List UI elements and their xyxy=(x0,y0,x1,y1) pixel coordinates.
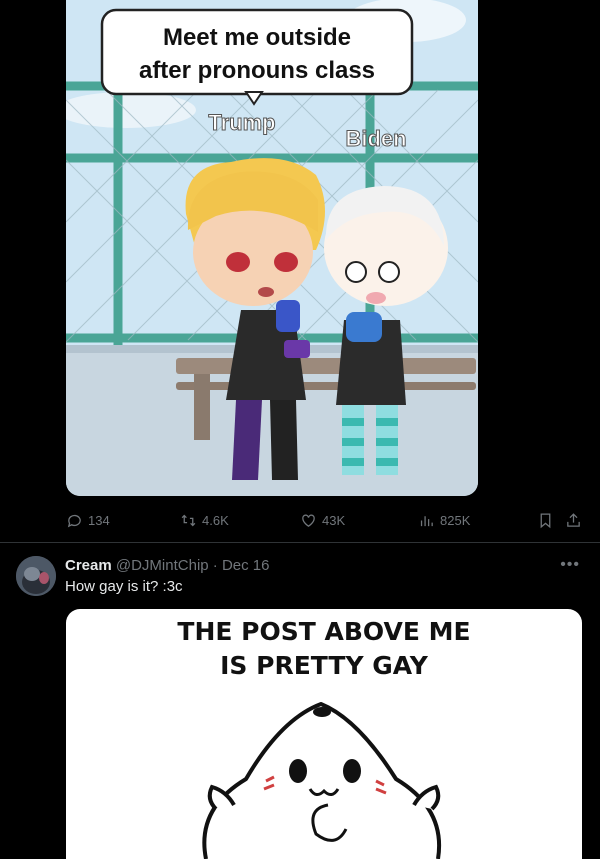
post-1-image[interactable]: Meet me outside after pronouns class Tru… xyxy=(66,0,478,496)
views-count: 825K xyxy=(440,512,471,528)
share-icon xyxy=(567,512,580,527)
like-button[interactable]: 43K xyxy=(300,505,345,535)
like-count: 43K xyxy=(322,512,346,528)
post-2-image[interactable]: THE POST ABOVE ME IS PRETTY GAY xyxy=(66,609,582,859)
bookmark-icon xyxy=(540,512,551,528)
post-1-actions: 134 4.6K 43K 825K xyxy=(0,505,600,535)
heart-icon xyxy=(302,514,315,527)
label-biden: Biden xyxy=(345,126,406,151)
post-1: Meet me outside after pronouns class Tru… xyxy=(0,0,600,542)
speech-line-2: after pronouns class xyxy=(139,57,375,84)
speech-line-1: Meet me outside xyxy=(163,24,351,51)
bookmark-button[interactable] xyxy=(537,505,554,535)
post-divider xyxy=(0,542,600,543)
repost-button[interactable]: 4.6K xyxy=(180,505,229,535)
post-2-text: How gay is it? :3c xyxy=(65,578,183,595)
author-name[interactable]: Cream xyxy=(65,557,112,574)
author-handle-date[interactable]: @DJMintChip · Dec 16 xyxy=(116,557,270,574)
reply-button[interactable]: 134 xyxy=(66,505,110,535)
reply-count: 134 xyxy=(88,512,110,528)
views-button[interactable]: 825K xyxy=(418,505,470,535)
cat-drawing xyxy=(202,702,441,859)
share-button[interactable] xyxy=(565,505,582,535)
repost-count: 4.6K xyxy=(202,512,229,528)
views-icon xyxy=(420,515,433,526)
label-trump: Trump xyxy=(208,110,275,135)
reply-icon xyxy=(67,514,81,527)
post-2-header: Cream @DJMintChip · Dec 16 xyxy=(65,557,269,574)
more-icon[interactable]: ••• xyxy=(560,556,580,574)
avatar[interactable] xyxy=(16,556,56,596)
repost-icon xyxy=(181,514,196,526)
